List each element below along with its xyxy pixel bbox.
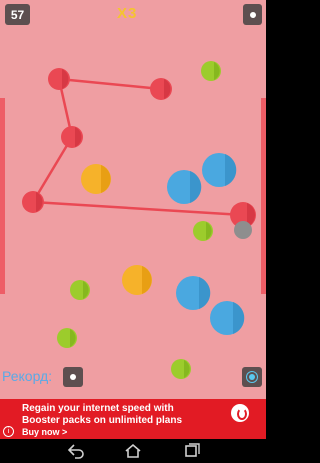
blue-ball-1 (202, 153, 237, 187)
red-node-3[interactable] (61, 126, 83, 148)
orange-ball-2 (122, 265, 152, 295)
settings-icon (249, 374, 255, 380)
ad-banner[interactable]: Regain your internet speed with Booster … (0, 399, 266, 439)
score-value: 57 (10, 7, 25, 22)
red-node-1[interactable] (48, 68, 70, 90)
red-node-2[interactable] (150, 78, 172, 100)
blue-ball-2 (167, 170, 202, 204)
pause-button[interactable] (243, 4, 262, 25)
brand-logo-icon (231, 404, 249, 422)
red-node-4[interactable] (22, 191, 44, 213)
ad-line-1: Regain your internet speed with (22, 403, 174, 414)
ad-info-icon[interactable]: i (3, 426, 14, 437)
pause-icon (249, 11, 256, 18)
gray-ball (234, 221, 252, 239)
connector-lines (31, 77, 244, 217)
back-icon[interactable] (67, 443, 85, 459)
record-label: Рекорд: (2, 368, 53, 384)
green-ball-2 (193, 221, 213, 241)
game-canvas[interactable] (0, 0, 266, 399)
ad-cta[interactable]: Buy now > (22, 427, 67, 438)
green-ball-5 (171, 359, 191, 379)
system-nav-bar (0, 439, 266, 463)
score-display: 57 (5, 4, 30, 25)
ad-line-2: Booster packs on unlimited plans (22, 415, 183, 426)
record-icon (70, 374, 76, 380)
green-ball-4 (57, 328, 77, 348)
orange-ball-1 (81, 164, 111, 194)
settings-button[interactable] (242, 367, 262, 387)
blue-ball-3 (176, 276, 211, 310)
game-field[interactable]: 57 X3 Рекорд: (0, 0, 266, 399)
green-ball-1 (201, 61, 221, 81)
blue-ball-4 (210, 301, 245, 335)
multiplier-display: X3 (117, 5, 138, 22)
record-button[interactable] (63, 367, 83, 387)
recent-apps-icon[interactable] (183, 443, 201, 459)
green-ball-3 (70, 280, 90, 300)
home-icon[interactable] (124, 443, 142, 459)
